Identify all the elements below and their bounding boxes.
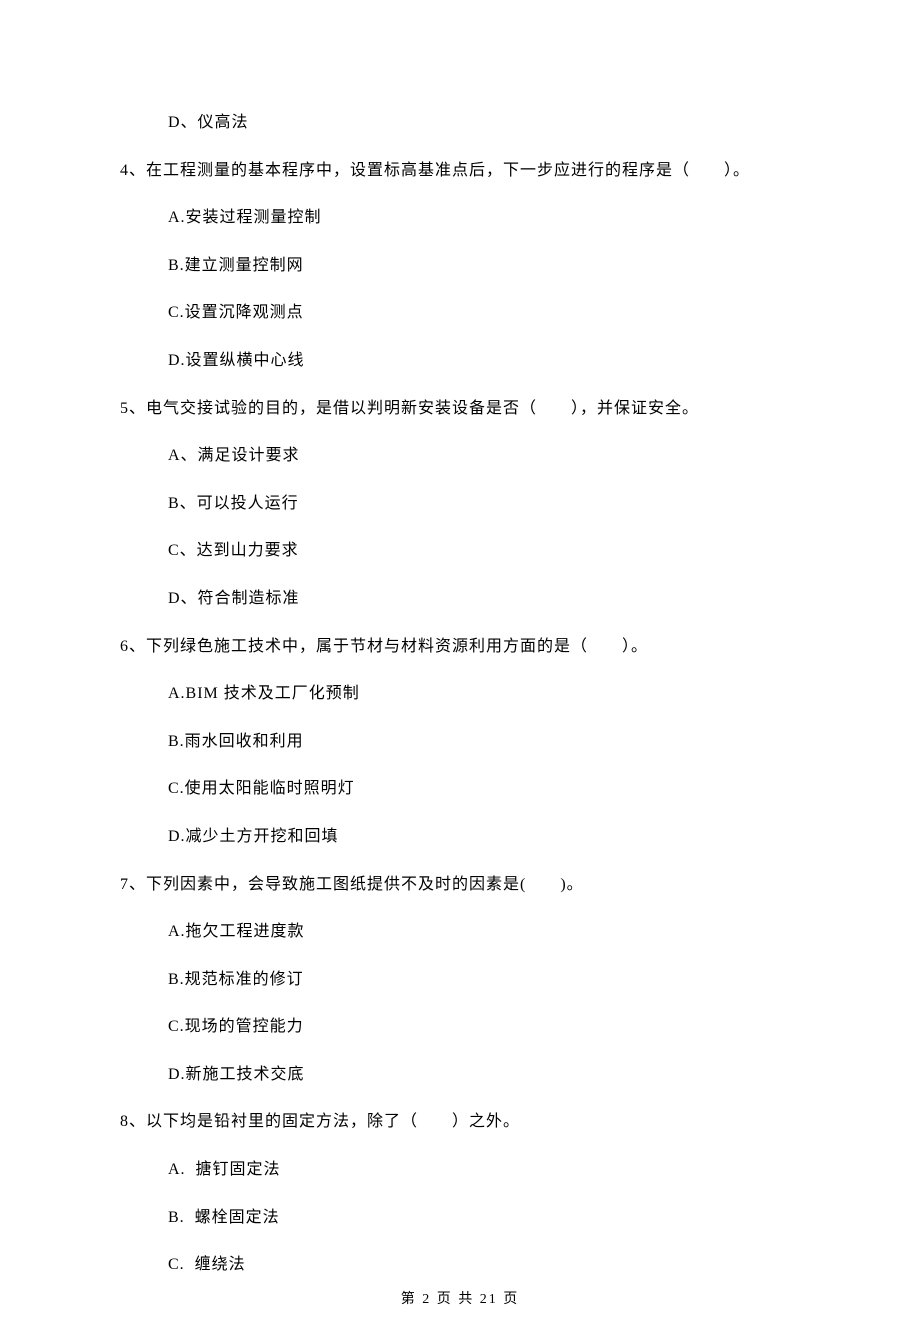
q7-option-a: A.拖欠工程进度款 <box>120 919 800 945</box>
q5-option-b: B、可以投人运行 <box>120 491 800 517</box>
page-footer: 第 2 页 共 21 页 <box>0 1289 920 1311</box>
q4-option-a: A.安装过程测量控制 <box>120 205 800 231</box>
q8-option-c: C. 缠绕法 <box>120 1252 800 1278</box>
q6-option-c: C.使用太阳能临时照明灯 <box>120 776 800 802</box>
q6-option-a: A.BIM 技术及工厂化预制 <box>120 681 800 707</box>
q5-option-c: C、达到山力要求 <box>120 538 800 564</box>
q6-option-d: D.减少土方开挖和回填 <box>120 824 800 850</box>
q6-option-b: B.雨水回收和利用 <box>120 729 800 755</box>
q4-option-d: D.设置纵横中心线 <box>120 348 800 374</box>
q5-option-a: A、满足设计要求 <box>120 443 800 469</box>
q5-stem: 5、电气交接试验的目的，是借以判明新安装设备是否（ ），并保证安全。 <box>120 396 800 422</box>
q8-option-b: B. 螺栓固定法 <box>120 1205 800 1231</box>
q7-stem: 7、下列因素中，会导致施工图纸提供不及时的因素是( )。 <box>120 872 800 898</box>
q8-stem: 8、以下均是铅衬里的固定方法，除了（ ）之外。 <box>120 1109 800 1135</box>
page: D、仪高法 4、在工程测量的基本程序中，设置标高基准点后，下一步应进行的程序是（… <box>0 0 920 1340</box>
q3-option-d: D、仪高法 <box>120 110 800 136</box>
q7-option-c: C.现场的管控能力 <box>120 1014 800 1040</box>
q8-option-a: A. 搪钉固定法 <box>120 1157 800 1183</box>
q4-option-c: C.设置沉降观测点 <box>120 300 800 326</box>
q7-option-d: D.新施工技术交底 <box>120 1062 800 1088</box>
q4-option-b: B.建立测量控制网 <box>120 253 800 279</box>
q6-stem: 6、下列绿色施工技术中，属于节材与材料资源利用方面的是（ ）。 <box>120 634 800 660</box>
q4-stem: 4、在工程测量的基本程序中，设置标高基准点后，下一步应进行的程序是（ ）。 <box>120 158 800 184</box>
q5-option-d: D、符合制造标准 <box>120 586 800 612</box>
q7-option-b: B.规范标准的修订 <box>120 967 800 993</box>
